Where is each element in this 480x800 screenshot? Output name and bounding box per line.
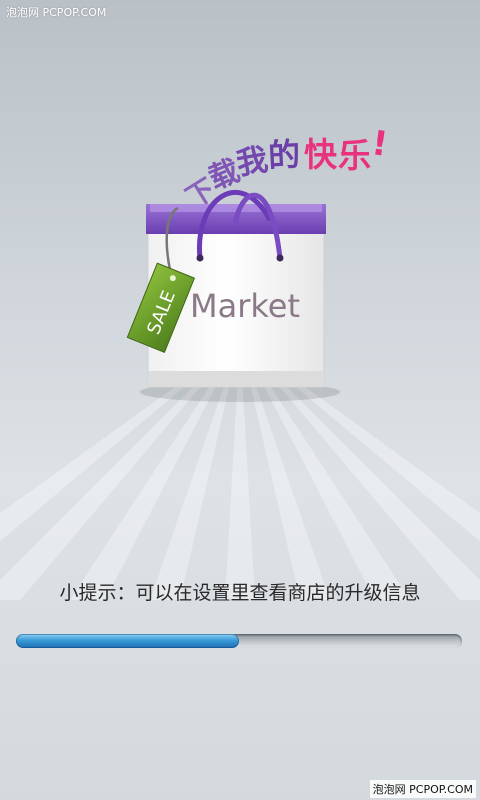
- download-progress-bar: [16, 634, 462, 648]
- market-bag-icon: Market SALE: [126, 189, 340, 402]
- status-watermark-bottom: 泡泡网 PCPOP.COM: [369, 780, 476, 798]
- tagline-char: !: [369, 123, 391, 165]
- tip-text: 小提示：可以在设置里查看商店的升级信息: [59, 582, 421, 604]
- market-label: Market: [190, 287, 300, 325]
- download-progress-fill: [16, 634, 239, 648]
- tagline-char: 快: [304, 135, 337, 174]
